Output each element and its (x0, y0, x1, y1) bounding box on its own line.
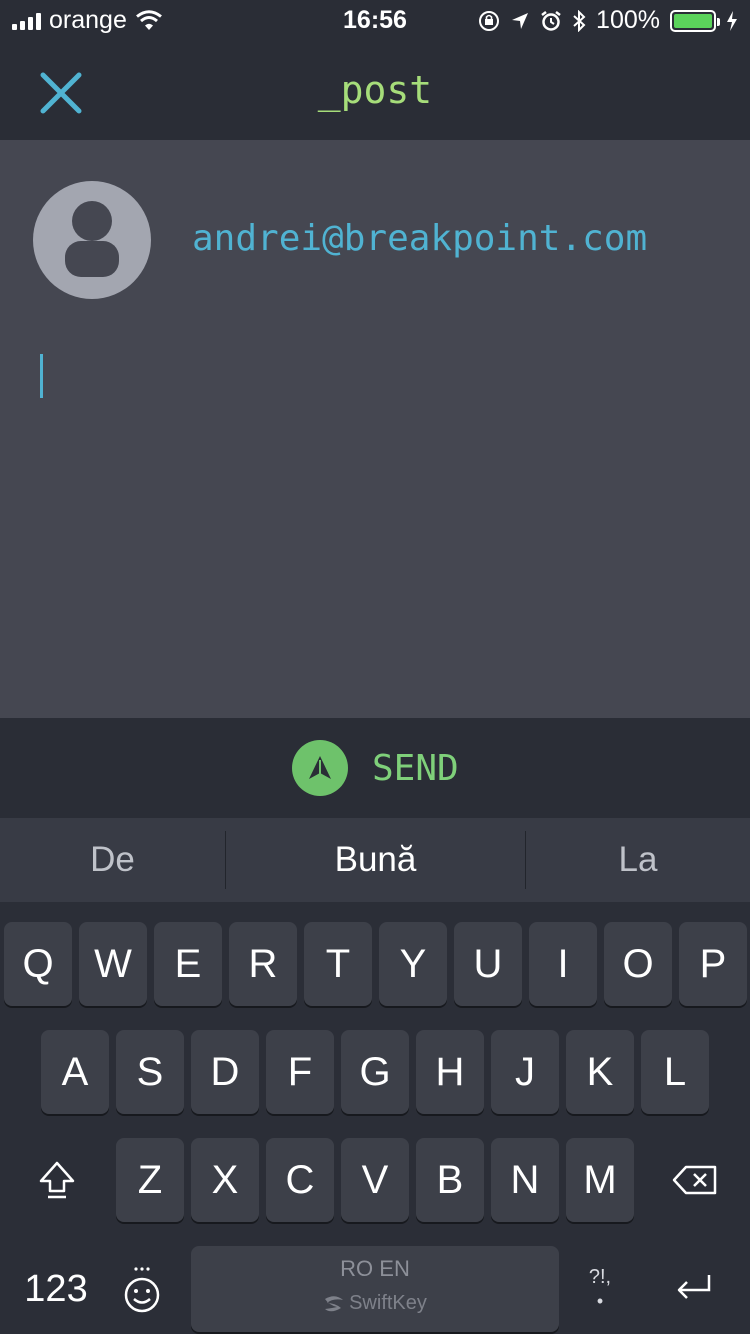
space-languages: RO EN (340, 1256, 410, 1281)
key-e[interactable]: E (154, 922, 222, 1006)
key-h[interactable]: H (416, 1030, 484, 1114)
key-u[interactable]: U (454, 922, 522, 1006)
key-k[interactable]: K (566, 1030, 634, 1114)
key-m[interactable]: M (566, 1138, 634, 1222)
key-f[interactable]: F (266, 1030, 334, 1114)
swiftkey-label: SwiftKey (349, 1292, 427, 1314)
punctuation-key[interactable]: ?!, • (572, 1246, 628, 1332)
message-input[interactable] (20, 336, 730, 696)
key-b[interactable]: B (416, 1138, 484, 1222)
suggestion-right[interactable]: La (526, 818, 750, 902)
key-t[interactable]: T (304, 922, 372, 1006)
key-g[interactable]: G (341, 1030, 409, 1114)
send-bar: SEND (0, 718, 750, 818)
send-button[interactable]: SEND (292, 740, 459, 796)
backspace-key[interactable] (660, 1138, 730, 1222)
user-email: andrei@breakpoint.com (192, 218, 648, 259)
key-p[interactable]: P (679, 922, 747, 1006)
compose-area: andrei@breakpoint.com (0, 140, 750, 718)
key-i[interactable]: I (529, 922, 597, 1006)
emoji-icon (124, 1267, 160, 1313)
suggestion-left[interactable]: De (0, 818, 225, 902)
backspace-icon (672, 1165, 717, 1195)
return-icon (677, 1275, 711, 1299)
alarm-icon (541, 10, 561, 31)
punctuation-dot: • (596, 1291, 604, 1311)
suggestion-bar: De Bună La (0, 818, 750, 902)
key-j[interactable]: J (491, 1030, 559, 1114)
key-s[interactable]: S (116, 1030, 184, 1114)
emoji-key[interactable] (112, 1246, 172, 1332)
key-r[interactable]: R (229, 922, 297, 1006)
key-n[interactable]: N (491, 1138, 559, 1222)
key-c[interactable]: C (266, 1138, 334, 1222)
key-v[interactable]: V (341, 1138, 409, 1222)
shift-key[interactable] (22, 1138, 92, 1222)
send-icon (292, 740, 348, 796)
bluetooth-icon (573, 9, 586, 32)
punctuation-label: ?!, (588, 1266, 612, 1288)
key-x[interactable]: X (191, 1138, 259, 1222)
key-w[interactable]: W (79, 922, 147, 1006)
space-brand: SwiftKey (191, 1292, 559, 1315)
key-z[interactable]: Z (116, 1138, 184, 1222)
key-o[interactable]: O (604, 922, 672, 1006)
key-q[interactable]: Q (4, 922, 72, 1006)
battery-percent: 100% (596, 6, 660, 34)
key-d[interactable]: D (191, 1030, 259, 1114)
space-key[interactable]: RO EN SwiftKey (191, 1246, 559, 1332)
user-icon (65, 201, 119, 277)
location-icon (512, 12, 529, 29)
orientation-lock-icon (479, 10, 500, 31)
return-key[interactable] (656, 1246, 732, 1332)
status-bar: orange 16:56 100% (0, 0, 750, 40)
key-y[interactable]: Y (379, 922, 447, 1006)
shift-icon (39, 1161, 75, 1199)
send-label: SEND (372, 747, 459, 789)
key-a[interactable]: A (41, 1030, 109, 1114)
nav-bar: _post (0, 40, 750, 140)
text-cursor (40, 354, 43, 398)
key-l[interactable]: L (641, 1030, 709, 1114)
charging-icon (727, 10, 737, 31)
swiftkey-logo-icon (325, 1295, 344, 1311)
keyboard: Q W E R T Y U I O P A S D F G H J K L Z … (0, 902, 750, 1334)
status-right: 100% (478, 6, 738, 35)
battery-icon (670, 9, 720, 32)
suggestion-center[interactable]: Bună (226, 818, 525, 902)
numbers-key[interactable]: 123 (14, 1246, 98, 1332)
avatar (33, 181, 151, 299)
page-title: _post (317, 68, 433, 112)
